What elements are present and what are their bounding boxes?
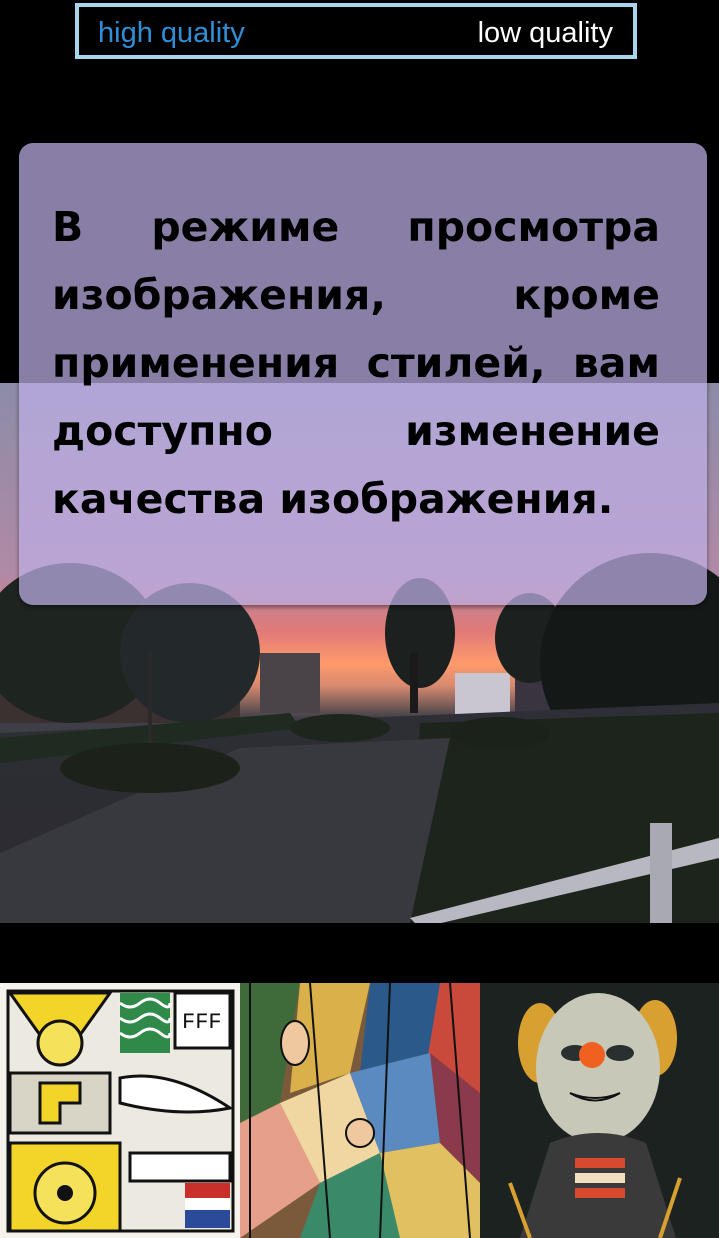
clown-portrait-painting-icon [480, 983, 719, 1238]
quality-toggle: high quality low quality [75, 3, 637, 59]
style-thumbnail-3[interactable] [480, 983, 719, 1238]
high-quality-option[interactable]: high quality [98, 17, 245, 50]
svg-text:FFF: FFF [182, 1010, 222, 1035]
pop-art-painting-icon: FFF [0, 983, 240, 1238]
style-thumbnail-1[interactable]: FFF [0, 983, 240, 1238]
tip-overlay: В режиме просмотра изображения, кроме пр… [19, 143, 707, 605]
style-thumbnails: FFF [0, 983, 719, 1238]
cubist-painting-icon [240, 983, 480, 1238]
tip-text: В режиме просмотра изображения, кроме пр… [52, 203, 660, 523]
low-quality-option[interactable]: low quality [478, 17, 613, 50]
style-thumbnail-2[interactable] [240, 983, 480, 1238]
